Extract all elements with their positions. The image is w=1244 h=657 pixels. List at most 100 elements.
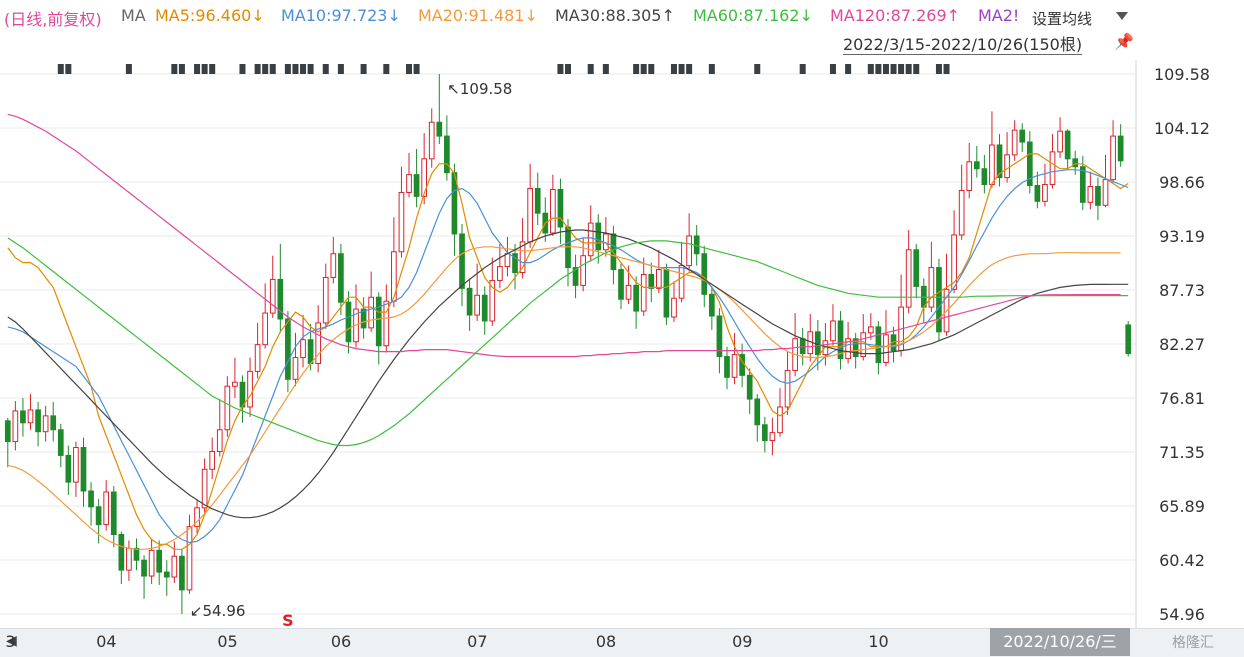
candle-body [1057, 130, 1063, 153]
candle-body [663, 269, 670, 318]
event-marker [337, 64, 344, 74]
candle-body [224, 385, 231, 431]
pin-icon[interactable]: 📌 [1114, 32, 1134, 51]
candle-body [300, 339, 306, 359]
candle-body [247, 370, 253, 408]
x-tick-label: 04 [96, 632, 117, 651]
event-marker [882, 64, 889, 74]
candle-body [4, 420, 11, 443]
y-tick-label: 82.27 [1159, 335, 1205, 354]
event-marker [845, 64, 852, 74]
set-ma-button[interactable]: 设置均线 [1032, 8, 1092, 29]
event-marker [898, 64, 905, 74]
candle-body [1011, 129, 1018, 156]
event-marker [209, 64, 216, 74]
candle-body [322, 276, 329, 324]
candle-body [42, 415, 49, 433]
candle-body [292, 357, 299, 380]
event-marker [913, 64, 920, 74]
event-marker [670, 64, 677, 74]
event-marker [633, 64, 640, 74]
event-marker [708, 64, 715, 74]
event-marker [254, 64, 261, 74]
event-marker [754, 64, 761, 74]
candle-body [141, 559, 147, 577]
event-marker [383, 64, 390, 74]
ma60-legend: MA60:87.162↓ [693, 6, 813, 25]
y-tick-label: 93.19 [1159, 227, 1205, 246]
candlestick-chart[interactable]: 109.58 104.12 98.66 93.19 87.73 82.27 76.81 71.… [0, 0, 1244, 628]
event-marker [406, 64, 413, 74]
candle-body [444, 135, 450, 174]
candle-body [133, 547, 140, 561]
y-tick-label: 104.12 [1154, 119, 1210, 138]
ma10-legend: MA10:97.723↓ [281, 6, 401, 25]
candle-body [580, 255, 586, 286]
date-range-label[interactable]: 2022/3/15-2022/10/26(150根) [843, 36, 1083, 55]
ma250-legend: MA2! [978, 6, 1020, 25]
candle-body [867, 326, 874, 334]
candle-body [338, 253, 344, 303]
event-marker [943, 64, 950, 74]
candle-body [557, 188, 564, 228]
watermark: 格隆汇 [1172, 635, 1214, 651]
candle-body [103, 491, 110, 526]
event-marker [799, 64, 806, 74]
chevron-down-icon[interactable] [1116, 12, 1128, 20]
x-tick-label: 07 [467, 632, 488, 651]
candle-body [708, 293, 715, 317]
candle-body [118, 534, 125, 571]
candle-body [1125, 324, 1132, 355]
event-marker [307, 64, 314, 74]
low-price-annotation: ↙54.96 [190, 602, 246, 620]
y-tick-label: 54.96 [1159, 605, 1205, 624]
event-marker [890, 64, 897, 74]
event-marker [239, 64, 246, 74]
candle-body [474, 294, 481, 316]
candle-body [973, 161, 980, 170]
candle-body [981, 168, 988, 186]
candle-body [65, 454, 72, 483]
candle-body [625, 284, 632, 300]
event-marker [300, 64, 307, 74]
x-tick-label: 06 [330, 632, 352, 651]
candle-body [928, 267, 935, 308]
event-marker [602, 64, 609, 74]
x-tick-label: 09 [732, 632, 753, 651]
candle-body [50, 415, 57, 431]
candle-body [368, 296, 375, 329]
ma20-legend: MA20:91.481↓ [418, 6, 538, 25]
y-tick-label: 87.73 [1159, 281, 1205, 300]
candle-body [936, 267, 942, 333]
candle-body [655, 269, 662, 289]
event-marker [648, 64, 655, 74]
candle-body [966, 161, 973, 191]
candle-body [777, 406, 783, 434]
event-marker [587, 64, 594, 74]
event-marker [269, 64, 276, 74]
candle-body [701, 253, 708, 295]
x-tick-label: 3 [5, 632, 16, 651]
candle-body [678, 265, 685, 299]
candle-body [398, 191, 405, 253]
candle-body [633, 284, 639, 312]
event-marker [194, 64, 201, 74]
candle-body [126, 547, 132, 571]
event-marker [678, 64, 685, 74]
candle-body [1087, 186, 1094, 203]
ma120-legend: MA120:87.269↑ [830, 6, 961, 25]
candle-body [761, 424, 768, 442]
candle-body [640, 273, 647, 312]
candle-body [481, 294, 488, 322]
candle-body [307, 339, 314, 364]
candle-body [731, 354, 738, 378]
candle-body [830, 320, 836, 342]
x-tick-label: 05 [217, 632, 238, 651]
candle-body [958, 189, 965, 236]
event-marker [262, 64, 269, 74]
candle-body [1079, 166, 1086, 203]
candle-body [186, 526, 193, 591]
event-marker [201, 64, 208, 74]
candle-body [671, 297, 677, 318]
event-marker [686, 64, 693, 74]
